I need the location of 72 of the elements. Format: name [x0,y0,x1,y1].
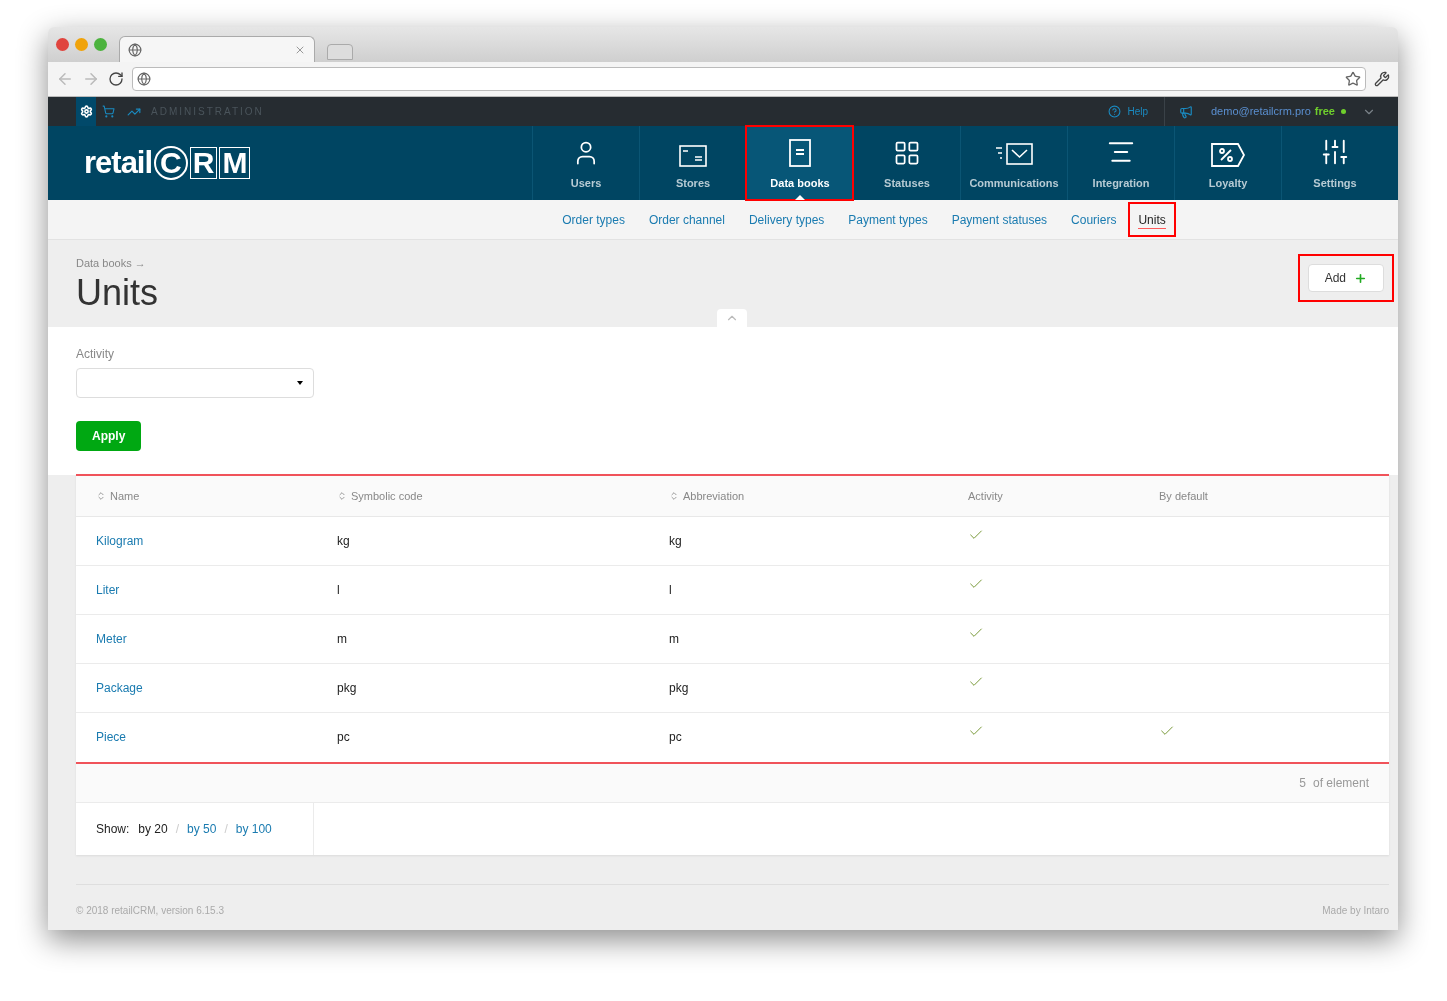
reload-icon[interactable] [108,71,124,87]
copyright-text: © 2018 retailCRM, version 6.15.3 [76,904,224,918]
cart-icon[interactable] [102,105,115,118]
settings-icon[interactable] [76,97,96,126]
bookmark-star-icon[interactable] [1345,71,1361,87]
page-size-link[interactable]: by 50 [187,820,217,838]
apply-button[interactable]: Apply [76,421,142,451]
table-cell-text: pc [337,729,350,746]
column-header[interactable]: Symbolic code [337,487,669,505]
forward-icon[interactable] [82,70,100,88]
table-cell-text: pkg [337,680,357,697]
breadcrumb[interactable]: Data books → [76,255,159,272]
table-cell-text: kg [669,533,682,550]
sub-nav-link[interactable]: Delivery types [746,200,827,239]
table-cell-text: pkg [669,680,689,697]
count-label: of element [1312,775,1369,792]
sub-nav-link[interactable]: Payment statuses [949,200,1050,239]
column-header: By default [1159,488,1209,504]
plan-label: free [1314,104,1335,120]
sub-nav-link[interactable]: Couriers [1069,200,1119,239]
envelope-icon [995,142,1033,167]
element-count: 5 [1299,775,1306,792]
dropdown-caret-icon [297,381,303,385]
table-cell-text: m [669,631,679,648]
percent-tag-icon [1211,142,1245,167]
table-cell-text: kg [337,533,350,550]
browser-tab[interactable] [119,36,315,62]
page-size-link[interactable]: by 20 [138,820,168,838]
maximize-window-icon[interactable] [94,38,107,51]
table-cell-text: pc [669,729,682,746]
unit-name-link[interactable]: Piece [96,728,127,746]
page-size-link[interactable]: by 100 [235,820,272,838]
unit-name-link[interactable]: Meter [96,630,127,648]
nav-tab[interactable]: Data books [746,126,853,200]
logo-letter: R [189,147,218,179]
show-label: Show: [96,821,130,838]
minimize-window-icon[interactable] [75,38,88,51]
document-icon [789,138,811,167]
separator: / [175,821,180,838]
table-cell-text: l [669,582,672,599]
new-tab-button[interactable] [327,44,353,60]
separator: / [224,821,228,838]
unit-name-link[interactable]: Liter [96,581,120,599]
plus-icon [1354,271,1367,285]
page-title: Units [76,271,159,314]
table-cell-text: l [337,582,340,599]
close-window-icon[interactable] [56,38,69,51]
user-email[interactable]: demo@retailcrm.pro [1211,103,1311,120]
window-icon [679,144,707,167]
help-icon[interactable] [1108,105,1122,118]
unit-name-link[interactable]: Kilogram [96,532,144,550]
logo-letter: M [219,147,251,179]
wrench-icon[interactable] [1374,71,1390,87]
add-button[interactable]: Add [1307,264,1384,292]
column-header: Activity [968,488,1004,504]
logo-text: retail [84,143,153,182]
sub-nav-link[interactable]: Units [1130,204,1174,235]
globe-icon [128,42,142,57]
sub-nav-link[interactable]: Order channel [646,200,727,239]
unit-name-link[interactable]: Package [96,679,143,697]
active-underline [1138,228,1166,229]
made-by-text: Made by Intaro [1322,904,1389,918]
table-cell-text: m [337,631,347,648]
column-header[interactable]: Name [96,487,337,505]
megaphone-icon[interactable] [1179,104,1193,119]
sub-nav-link[interactable]: Payment types [846,200,930,239]
logo-letter: C [154,146,188,180]
sub-nav-link[interactable]: Order types [560,200,627,239]
column-header[interactable]: Abbreviation [669,487,968,505]
filter-label: Activity [76,346,115,363]
globe-icon [137,72,151,86]
back-icon[interactable] [56,70,74,88]
